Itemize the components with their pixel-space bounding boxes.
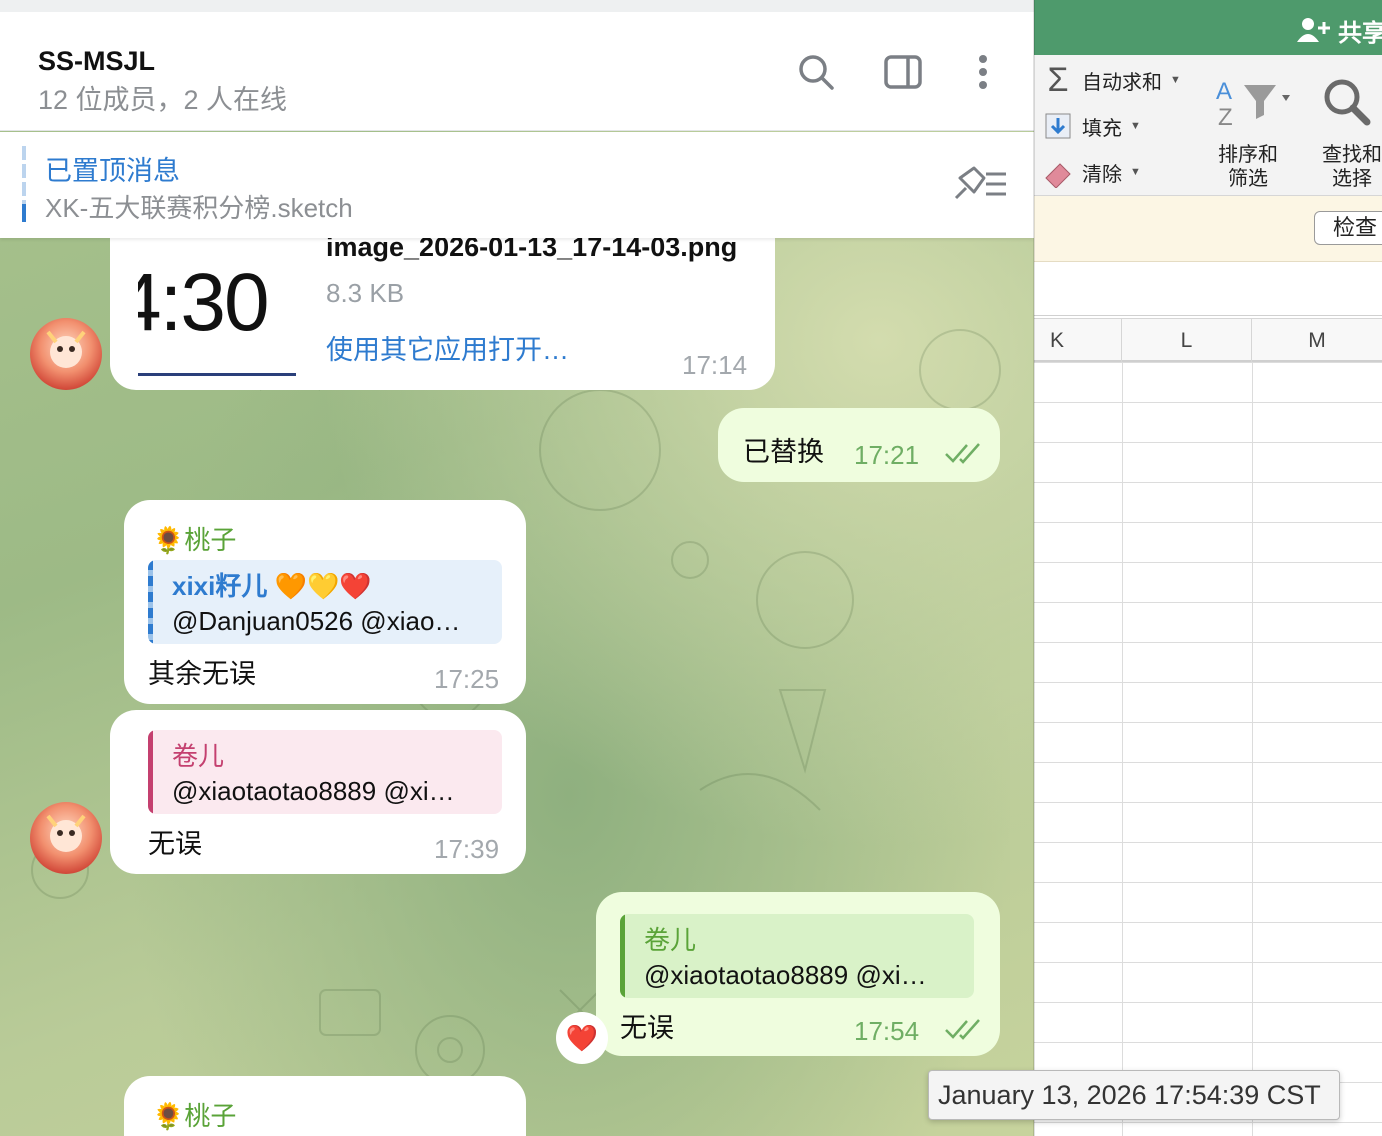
chat-title[interactable]: SS-MSJL [38, 46, 155, 77]
pinned-text: XK-五大联赛积分榜.sketch [45, 193, 353, 223]
column-header-l[interactable]: L [1122, 319, 1252, 363]
formula-area [1034, 262, 1382, 316]
svg-text:Z: Z [1218, 104, 1233, 131]
ribbon: Σ 自动求和 ▼ 填充 ▼ 清除 ▼ A Z 排序和 筛选 查找和 选择 [1034, 55, 1382, 196]
avatar[interactable] [30, 802, 102, 874]
cell-grid[interactable] [1034, 362, 1382, 1136]
incoming-message-bubble[interactable]: 🌻桃子 [124, 1076, 526, 1136]
avatar[interactable] [30, 318, 102, 390]
pinned-title: 已置顶消息 [45, 156, 180, 186]
find-select-label-1: 查找和 [1322, 144, 1382, 166]
message-time: 17:21 [854, 440, 920, 470]
sort-filter-label-1: 排序和 [1218, 144, 1278, 166]
thumbnail-text: 4:30 [138, 257, 270, 348]
title-bar: 共享 [1034, 0, 1382, 55]
pinned-indicator-active [22, 204, 26, 222]
heart-icon: ❤️ [565, 1023, 599, 1053]
message-time: 17:39 [434, 834, 500, 864]
spreadsheet-window: 共享 Σ 自动求和 ▼ 填充 ▼ 清除 ▼ A Z 排序和 筛选 查找和 选择 [1034, 0, 1382, 1136]
search-icon[interactable] [796, 52, 836, 92]
chat-subtitle: 12 位成员，2 人在线 [38, 85, 288, 115]
sort-filter-icon: A Z [1216, 78, 1290, 131]
sigma-icon: Σ [1047, 61, 1069, 99]
clear-label: 清除 [1082, 163, 1122, 186]
open-with-link[interactable]: 使用其它应用打开… [326, 328, 569, 367]
dropdown-caret-icon: ▼ [1130, 120, 1141, 132]
message-time: 17:54 [854, 1016, 920, 1046]
autosum-button[interactable]: Σ 自动求和 ▼ [1042, 61, 1181, 99]
message-bar: 检查 [1034, 196, 1382, 262]
grid-line [1122, 362, 1123, 1136]
reply-sender: xixi籽儿 🧡💛❤️ [172, 571, 372, 601]
incoming-message-bubble[interactable]: 🌻桃子 xixi籽儿 🧡💛❤️ @Danjuan0526 @xiao… 其余无误… [124, 500, 526, 704]
sender-name[interactable]: 🌻桃子 [152, 1096, 236, 1133]
fill-down-icon [1042, 110, 1074, 142]
message-text: 已替换 [743, 437, 824, 467]
outgoing-message-bubble[interactable]: 已替换 17:21 [718, 408, 1000, 482]
sidebar-toggle-icon[interactable] [883, 52, 923, 92]
reply-quote[interactable]: 卷儿 @xiaotaotao8889 @xi… [148, 730, 502, 814]
sort-filter-label-2: 筛选 [1228, 168, 1268, 190]
reply-sender: 卷儿 [644, 925, 697, 955]
reply-text: @Danjuan0526 @xiao… [172, 606, 461, 636]
outgoing-message-bubble[interactable]: 卷儿 @xiaotaotao8889 @xi… 无误 17:54 [596, 892, 1000, 1056]
reply-bar [148, 560, 153, 644]
window-top-strip [0, 0, 1034, 12]
more-icon[interactable] [963, 52, 1003, 92]
message-text: 无误 [148, 829, 202, 859]
pinned-list-icon[interactable] [950, 164, 1008, 204]
reply-bar [148, 730, 153, 814]
share-button[interactable]: 共享 [1338, 13, 1382, 48]
fill-label: 填充 [1082, 117, 1122, 140]
reply-sender: 卷儿 [172, 741, 225, 771]
reply-bar [620, 914, 625, 998]
file-size: 8.3 KB [326, 278, 405, 308]
message-time: 17:25 [434, 664, 500, 694]
magnifier-icon [1324, 79, 1371, 126]
reply-text: @xiaotaotao8889 @xi… [644, 960, 927, 990]
fill-button[interactable]: 填充 ▼ [1042, 107, 1141, 145]
double-check-icon [945, 443, 980, 464]
autosum-label: 自动求和 [1082, 71, 1162, 94]
message-text: 无误 [620, 1013, 674, 1043]
chat-panel: 4:30 image_2026-01-13_17-14-03.png 8.3 K… [0, 0, 1034, 1136]
column-headers: K L M [1034, 318, 1382, 363]
double-check-icon [945, 1019, 980, 1040]
clear-button[interactable]: 清除 ▼ [1042, 153, 1141, 191]
column-header-m[interactable]: M [1252, 319, 1382, 363]
chat-header[interactable]: SS-MSJL 12 位成员，2 人在线 [0, 12, 1034, 131]
find-select-label-2: 选择 [1332, 168, 1372, 190]
sort-filter-button[interactable]: A Z 排序和 筛选 [1210, 75, 1294, 195]
dropdown-caret-icon: ▼ [1130, 166, 1141, 178]
incoming-message-bubble[interactable]: 卷儿 @xiaotaotao8889 @xi… 无误 17:39 [110, 710, 526, 874]
grid-line [1252, 362, 1253, 1136]
find-select-button[interactable]: 查找和 选择 [1316, 75, 1382, 195]
check-button[interactable]: 检查 [1314, 211, 1382, 245]
reply-text: @xiaotaotao8889 @xi… [172, 776, 455, 806]
reaction-badge[interactable]: ❤️ [556, 1012, 608, 1064]
sender-name[interactable]: 🌻桃子 [152, 520, 236, 557]
window-divider [1033, 0, 1035, 1136]
pinned-message-bar[interactable]: 已置顶消息 XK-五大联赛积分榜.sketch [0, 132, 1034, 238]
message-time: 17:14 [682, 350, 748, 380]
svg-text:A: A [1216, 78, 1232, 105]
column-header-k[interactable]: K [1034, 319, 1122, 363]
dropdown-caret-icon: ▼ [1170, 74, 1181, 86]
timestamp-tooltip: January 13, 2026 17:54:39 CST [928, 1070, 1340, 1120]
message-text: 其余无误 [148, 659, 256, 689]
eraser-icon [1042, 156, 1074, 189]
reply-quote[interactable]: 卷儿 @xiaotaotao8889 @xi… [620, 914, 974, 998]
add-person-icon[interactable] [1296, 16, 1332, 44]
reply-quote[interactable]: xixi籽儿 🧡💛❤️ @Danjuan0526 @xiao… [148, 560, 502, 644]
